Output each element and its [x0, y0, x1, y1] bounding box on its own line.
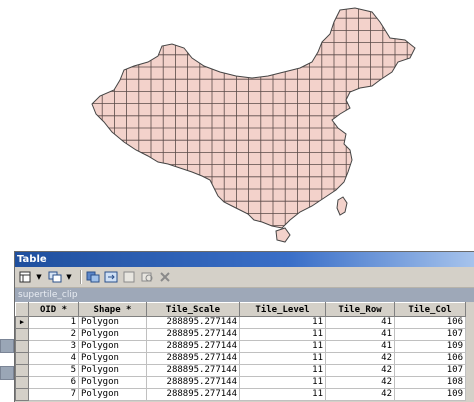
cell-tile-col[interactable]: 109 [394, 388, 466, 401]
row-selector-header[interactable] [15, 302, 29, 317]
row-selector[interactable] [15, 340, 29, 353]
cell-tile-row[interactable]: 41 [325, 316, 395, 329]
row-selector[interactable] [15, 376, 29, 389]
table-options-icon[interactable] [17, 269, 33, 285]
row-selector[interactable] [15, 328, 29, 341]
taiwan-polygon [336, 196, 348, 216]
cell-tile-level[interactable]: 11 [239, 352, 326, 365]
toolbar-separator [80, 270, 82, 284]
column-header-tile-col[interactable]: Tile_Col [394, 302, 466, 317]
cell-tile-col[interactable]: 107 [394, 364, 466, 377]
cell-tile-scale[interactable]: 288895.277144 [146, 328, 240, 341]
attribute-grid[interactable]: OID * Shape * Tile_Scale Tile_Level Tile… [15, 302, 474, 401]
column-header-tile-level[interactable]: Tile_Level [239, 302, 326, 317]
cell-oid[interactable]: 5 [28, 364, 79, 377]
clear-selection-icon[interactable] [121, 269, 137, 285]
cell-tile-level[interactable]: 11 [239, 388, 326, 401]
table-row[interactable]: 5 Polygon 288895.277144 11 42 107 [15, 364, 466, 377]
table-row[interactable]: 6 Polygon 288895.277144 11 42 108 [15, 376, 466, 389]
cell-oid[interactable]: 2 [28, 328, 79, 341]
table-row[interactable]: 3 Polygon 288895.277144 11 41 109 [15, 340, 466, 353]
china-tile-grid-map [91, 7, 416, 243]
row-selector[interactable] [15, 364, 29, 377]
cell-shape[interactable]: Polygon [78, 340, 147, 353]
map-view[interactable] [0, 0, 474, 250]
row-selector[interactable] [15, 388, 29, 401]
cell-shape[interactable]: Polygon [78, 328, 147, 341]
window-title-bar[interactable]: Table [15, 252, 474, 267]
cell-tile-col[interactable]: 107 [394, 328, 466, 341]
cell-tile-row[interactable]: 41 [325, 328, 395, 341]
cell-tile-row[interactable]: 42 [325, 352, 395, 365]
cell-oid[interactable]: 6 [28, 376, 79, 389]
table-toolbar: ▼ ▼ [15, 267, 474, 288]
cell-tile-level[interactable]: 11 [239, 328, 326, 341]
table-row[interactable]: ▶ 1 Polygon 288895.277144 11 41 106 [15, 316, 466, 329]
cell-oid[interactable]: 3 [28, 340, 79, 353]
cell-oid[interactable]: 4 [28, 352, 79, 365]
select-by-attributes-icon[interactable] [85, 269, 101, 285]
layer-name-bar[interactable]: supertile_clip [15, 288, 474, 302]
cell-tile-level[interactable]: 11 [239, 340, 326, 353]
zoom-to-selected-icon[interactable] [139, 269, 155, 285]
cell-tile-scale[interactable]: 288895.277144 [146, 316, 240, 329]
cell-tile-row[interactable]: 41 [325, 340, 395, 353]
column-header-tile-row[interactable]: Tile_Row [325, 302, 395, 317]
country-polygon [92, 8, 415, 228]
cell-tile-level[interactable]: 11 [239, 316, 326, 329]
cell-shape[interactable]: Polygon [78, 364, 147, 377]
column-header-oid[interactable]: OID * [28, 302, 79, 317]
cell-tile-scale[interactable]: 288895.277144 [146, 376, 240, 389]
hainan-polygon [275, 227, 291, 243]
related-tables-icon[interactable] [47, 269, 63, 285]
cell-oid[interactable]: 7 [28, 388, 79, 401]
window-title: Table [17, 254, 47, 265]
cell-tile-row[interactable]: 42 [325, 364, 395, 377]
delete-selected-icon[interactable] [157, 269, 173, 285]
table-row[interactable]: 2 Polygon 288895.277144 11 41 107 [15, 328, 466, 341]
cell-tile-scale[interactable]: 288895.277144 [146, 388, 240, 401]
table-header-row: OID * Shape * Tile_Scale Tile_Level Tile… [15, 302, 466, 317]
row-selector[interactable]: ▶ [15, 316, 29, 329]
cell-tile-level[interactable]: 11 [239, 364, 326, 377]
attribute-table-window[interactable]: Table ▼ ▼ supertile_clip OID * Shape * T… [14, 251, 474, 402]
column-header-shape[interactable]: Shape * [78, 302, 147, 317]
cell-tile-scale[interactable]: 288895.277144 [146, 352, 240, 365]
cell-tile-col[interactable]: 109 [394, 340, 466, 353]
side-panel-strip [0, 251, 14, 402]
cell-tile-row[interactable]: 42 [325, 376, 395, 389]
table-row[interactable]: 7 Polygon 288895.277144 11 42 109 [15, 388, 466, 401]
cell-tile-scale[interactable]: 288895.277144 [146, 364, 240, 377]
side-panel-tab[interactable] [0, 339, 14, 353]
switch-selection-icon[interactable] [103, 269, 119, 285]
cell-shape[interactable]: Polygon [78, 352, 147, 365]
chevron-down-icon[interactable]: ▼ [35, 269, 43, 285]
side-panel-tab[interactable] [0, 366, 14, 380]
cell-tile-col[interactable]: 108 [394, 376, 466, 389]
cell-tile-row[interactable]: 42 [325, 388, 395, 401]
cell-shape[interactable]: Polygon [78, 388, 147, 401]
table-row[interactable]: 4 Polygon 288895.277144 11 42 106 [15, 352, 466, 365]
cell-tile-level[interactable]: 11 [239, 376, 326, 389]
chevron-down-icon[interactable]: ▼ [65, 269, 73, 285]
cell-shape[interactable]: Polygon [78, 376, 147, 389]
cell-tile-col[interactable]: 106 [394, 352, 466, 365]
cell-oid[interactable]: 1 [28, 316, 79, 329]
column-header-tile-scale[interactable]: Tile_Scale [146, 302, 240, 317]
cell-shape[interactable]: Polygon [78, 316, 147, 329]
cell-tile-scale[interactable]: 288895.277144 [146, 340, 240, 353]
row-selector[interactable] [15, 352, 29, 365]
cell-tile-col[interactable]: 106 [394, 316, 466, 329]
layer-name: supertile_clip [18, 290, 78, 300]
